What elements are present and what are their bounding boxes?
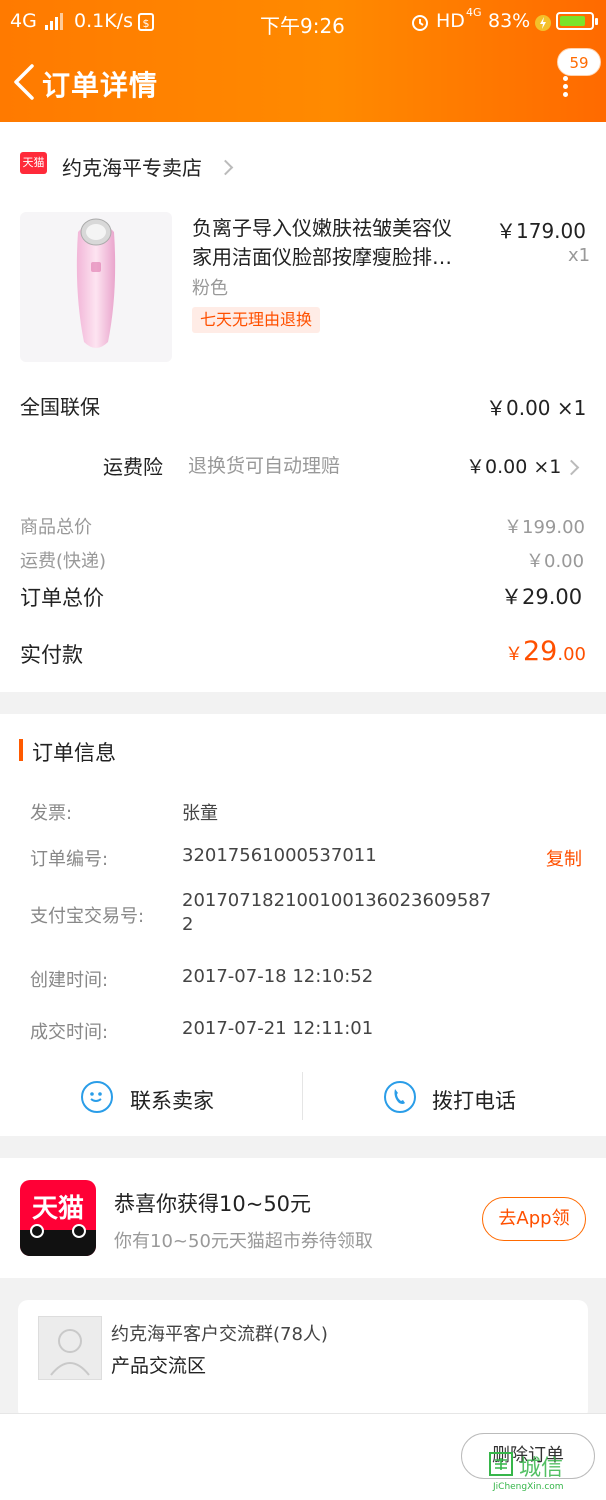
- tmall-logo-text: 天猫: [31, 1194, 84, 1224]
- sim-icon: $: [137, 10, 155, 32]
- deal-time-label: 成交时间:: [30, 1022, 109, 1043]
- promo-subtitle: 你有10~50元天猫超市券待领取: [114, 1231, 373, 1252]
- hd-network: 4G: [466, 6, 482, 19]
- order-total-value: ￥29.00: [501, 585, 583, 609]
- group-zone[interactable]: 产品交流区: [111, 1351, 206, 1378]
- deal-time-value: 2017-07-21 12:11:01: [182, 1018, 374, 1039]
- store-chevron-icon[interactable]: [217, 158, 234, 177]
- alipay-number-line1: 201707182100100136023609587: [182, 890, 492, 911]
- goods-total-label: 商品总价: [20, 517, 92, 538]
- order-info-title: 订单信息: [32, 741, 116, 765]
- group-card[interactable]: [18, 1300, 588, 1420]
- status-bar: 4G 0.1K/s $ 下午9:26 HD 4G 83%: [0, 0, 606, 44]
- product-qty: x1: [568, 245, 591, 266]
- alarm-icon: [410, 10, 430, 32]
- watermark-sub: JiChengXin.com: [493, 1482, 564, 1492]
- product-spec: 粉色: [192, 278, 228, 299]
- back-button[interactable]: [10, 62, 38, 102]
- page-title: 订单详情: [42, 69, 159, 102]
- watermark-main: 城信: [519, 1456, 564, 1481]
- watermark-logo-icon: [489, 1452, 513, 1476]
- shipping-insurance-desc[interactable]: 退换货可自动理赔: [188, 451, 340, 478]
- shipping-insurance-value[interactable]: ￥0.00 ×1: [466, 452, 561, 479]
- charging-icon: [535, 11, 551, 33]
- shipping-insurance-label[interactable]: 运费险: [103, 451, 163, 480]
- section-accent-bar: [19, 739, 23, 761]
- more-menu-icon[interactable]: [562, 76, 570, 98]
- warranty-value: ￥0.00 ×1: [486, 396, 587, 420]
- alipay-label: 支付宝交易号:: [30, 906, 145, 927]
- battery-icon: [556, 12, 598, 30]
- signal-icon: [44, 10, 64, 32]
- create-time-label: 创建时间:: [30, 970, 109, 991]
- paid-label: 实付款: [20, 643, 83, 667]
- svg-text:$: $: [143, 17, 150, 30]
- product-image[interactable]: [20, 212, 172, 362]
- invoice-value: 张童: [182, 803, 218, 824]
- store-name[interactable]: 约克海平专卖店: [62, 152, 202, 181]
- product-price: ￥179.00: [496, 219, 586, 243]
- message-badge[interactable]: 59: [557, 48, 601, 76]
- watermark: 城信 JiChengXin.com: [489, 1452, 601, 1498]
- get-in-app-button[interactable]: 去App领: [482, 1197, 586, 1241]
- shipping-fee-value: ￥0.00: [526, 551, 585, 572]
- group-name[interactable]: 约克海平客户交流群(78人): [111, 1320, 328, 1346]
- action-divider: [302, 1072, 303, 1120]
- tmall-logo-icon: 天猫: [20, 1180, 96, 1256]
- battery-percent: 83%: [488, 10, 531, 32]
- phone-icon[interactable]: [384, 1081, 416, 1113]
- warranty-label: 全国联保: [20, 395, 100, 419]
- paid-decimal: .00: [557, 644, 586, 665]
- return-policy-tag: 七天无理由退换: [192, 307, 321, 333]
- order-number-label: 订单编号:: [30, 849, 109, 870]
- tmall-store-icon: 天猫: [20, 152, 47, 174]
- paid-amount: ￥29.00: [505, 636, 586, 667]
- contact-seller-button[interactable]: 联系卖家: [130, 1085, 214, 1115]
- shipping-insurance-chevron-icon[interactable]: [563, 458, 580, 477]
- copy-button[interactable]: 复制: [546, 845, 582, 871]
- chat-smile-icon[interactable]: [81, 1081, 113, 1113]
- product-title-line2[interactable]: 家用洁面仪脸部按摩瘦脸排…: [192, 241, 452, 270]
- avatar: [38, 1316, 102, 1380]
- net-speed: 0.1K/s: [74, 10, 133, 32]
- clock: 下午9:26: [260, 14, 345, 38]
- create-time-value: 2017-07-18 12:10:52: [182, 966, 374, 987]
- paid-integer: 29: [523, 636, 558, 667]
- order-number-value: 32017561000537011: [182, 845, 377, 866]
- order-total-label: 订单总价: [20, 586, 104, 610]
- alipay-number-line2: 2: [182, 914, 194, 935]
- product-title-line1[interactable]: 负离子导入仪嫩肤祛皱美容仪: [192, 212, 452, 241]
- invoice-label: 发票:: [30, 803, 73, 824]
- network-type: 4G: [10, 10, 37, 32]
- shipping-fee-label: 运费(快递): [20, 551, 107, 572]
- paid-currency: ￥: [505, 644, 523, 665]
- promo-title: 恭喜你获得10~50元: [114, 1192, 312, 1216]
- call-phone-button[interactable]: 拨打电话: [432, 1085, 516, 1115]
- hd-indicator: HD: [436, 10, 465, 32]
- goods-total-value: ￥199.00: [504, 517, 585, 538]
- header: 4G 0.1K/s $ 下午9:26 HD 4G 83% 订单详情 59: [0, 0, 606, 122]
